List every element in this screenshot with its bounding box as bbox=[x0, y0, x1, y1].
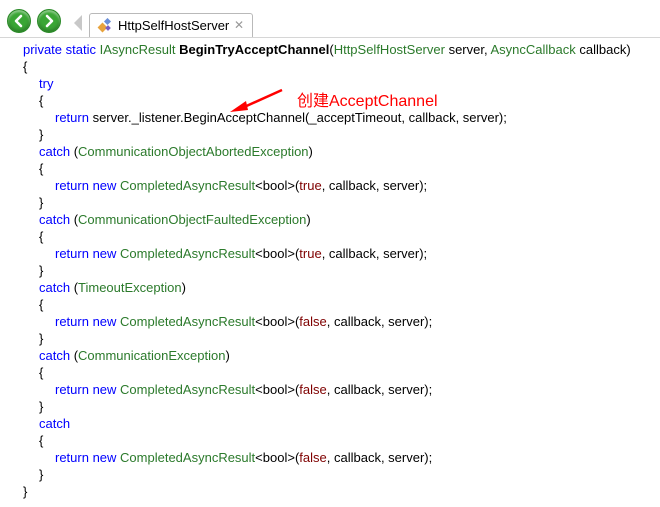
code-line: } bbox=[39, 467, 44, 482]
punctuation: ) bbox=[181, 280, 186, 295]
code-line: return new CompletedAsyncResult<bool>(fa… bbox=[8, 449, 631, 466]
type-name[interactable]: CompletedAsyncResult bbox=[120, 246, 255, 261]
tab-label: HttpSelfHostServer bbox=[118, 18, 230, 33]
code-line: return new CompletedAsyncResult<bool>(fa… bbox=[8, 381, 631, 398]
keyword: return bbox=[55, 110, 93, 125]
forward-button[interactable] bbox=[37, 9, 61, 33]
code-line: { bbox=[23, 59, 28, 74]
arguments: , callback, server); bbox=[321, 246, 428, 261]
arguments: , callback, server); bbox=[321, 178, 428, 193]
literal: false bbox=[299, 314, 327, 329]
code-line: } bbox=[23, 484, 28, 499]
code-line: { bbox=[39, 433, 44, 448]
code-line: } bbox=[39, 195, 44, 210]
code-line: return server._listener.BeginAcceptChann… bbox=[8, 109, 631, 126]
literal: true bbox=[299, 246, 322, 261]
type-name[interactable]: HttpSelfHostServer bbox=[334, 42, 445, 57]
generic-arg: <bool> bbox=[255, 246, 295, 261]
type-name[interactable]: CommunicationObjectAbortedException bbox=[78, 144, 309, 159]
code-line: catch (CommunicationException) bbox=[8, 347, 631, 364]
toolbar: HttpSelfHostServer ✕ bbox=[0, 0, 660, 38]
type-name[interactable]: AsyncCallback bbox=[490, 42, 575, 57]
code-line: return new CompletedAsyncResult<bool>(fa… bbox=[8, 313, 631, 330]
arguments: , callback, server); bbox=[326, 314, 433, 329]
code-line: return new CompletedAsyncResult<bool>(tr… bbox=[8, 245, 631, 262]
generic-arg: <bool> bbox=[255, 382, 295, 397]
type-name[interactable]: CompletedAsyncResult bbox=[120, 314, 255, 329]
arguments: , callback, server); bbox=[326, 450, 433, 465]
arguments: , callback, server); bbox=[326, 382, 433, 397]
close-icon[interactable]: ✕ bbox=[234, 18, 244, 32]
code-line: catch bbox=[39, 416, 71, 431]
parameter: callback) bbox=[575, 42, 631, 57]
type-name[interactable]: CompletedAsyncResult bbox=[120, 178, 255, 193]
annotation-arrow-icon bbox=[230, 88, 283, 112]
type-name[interactable]: CommunicationException bbox=[78, 348, 225, 363]
code-line: } bbox=[39, 127, 44, 142]
code-line: catch (TimeoutException) bbox=[8, 279, 631, 296]
code-line: return new CompletedAsyncResult<bool>(tr… bbox=[8, 177, 631, 194]
code-line: } bbox=[39, 399, 44, 414]
arrow-left-icon bbox=[14, 14, 23, 28]
tab-httpselfhostserver[interactable]: HttpSelfHostServer ✕ bbox=[89, 13, 253, 38]
literal: false bbox=[299, 382, 327, 397]
parameter: server, bbox=[444, 42, 491, 57]
type-name[interactable]: TimeoutException bbox=[78, 280, 182, 295]
code-line: catch (CommunicationObjectFaultedExcepti… bbox=[8, 211, 631, 228]
code-line: { bbox=[39, 365, 44, 380]
keyword: return new bbox=[55, 246, 121, 261]
punctuation: ) bbox=[308, 144, 313, 159]
code-line: { bbox=[39, 297, 44, 312]
keyword: catch bbox=[39, 212, 74, 227]
triangle-left-icon bbox=[74, 15, 82, 31]
keyword: catch bbox=[39, 144, 74, 159]
annotation-label: 创建AcceptChannel bbox=[297, 93, 438, 110]
literal: false bbox=[299, 450, 327, 465]
punctuation: ) bbox=[306, 212, 311, 227]
generic-arg: <bool> bbox=[255, 178, 295, 193]
type-name: IAsyncResult bbox=[99, 42, 180, 57]
punctuation: ) bbox=[225, 348, 230, 363]
arrow-right-icon bbox=[45, 14, 54, 28]
toolbar-divider bbox=[0, 37, 660, 38]
type-name[interactable]: CommunicationObjectFaultedException bbox=[78, 212, 306, 227]
type-name[interactable]: CompletedAsyncResult bbox=[120, 450, 255, 465]
generic-arg: <bool> bbox=[255, 314, 295, 329]
keyword: catch bbox=[39, 348, 74, 363]
keyword: return new bbox=[55, 314, 121, 329]
code-line: catch (CommunicationObjectAbortedExcepti… bbox=[8, 143, 631, 160]
member-access[interactable]: server._listener. bbox=[93, 110, 184, 125]
code-line: private static IAsyncResult BeginTryAcce… bbox=[8, 41, 631, 58]
code-line: } bbox=[39, 331, 44, 346]
keyword: catch bbox=[39, 280, 74, 295]
keyword: private static bbox=[23, 42, 100, 57]
keyword: return new bbox=[55, 382, 121, 397]
history-dropdown-button[interactable] bbox=[67, 10, 83, 31]
type-name[interactable]: CompletedAsyncResult bbox=[120, 382, 255, 397]
keyword: return new bbox=[55, 178, 121, 193]
keyword: return new bbox=[55, 450, 121, 465]
generic-arg: <bool> bbox=[255, 450, 295, 465]
back-button[interactable] bbox=[7, 9, 31, 33]
literal: true bbox=[299, 178, 322, 193]
class-icon bbox=[97, 17, 113, 38]
code-line: { bbox=[39, 161, 44, 176]
code-line: { bbox=[39, 229, 44, 244]
method-name[interactable]: BeginTryAcceptChannel bbox=[179, 42, 329, 57]
code-line: } bbox=[39, 263, 44, 278]
